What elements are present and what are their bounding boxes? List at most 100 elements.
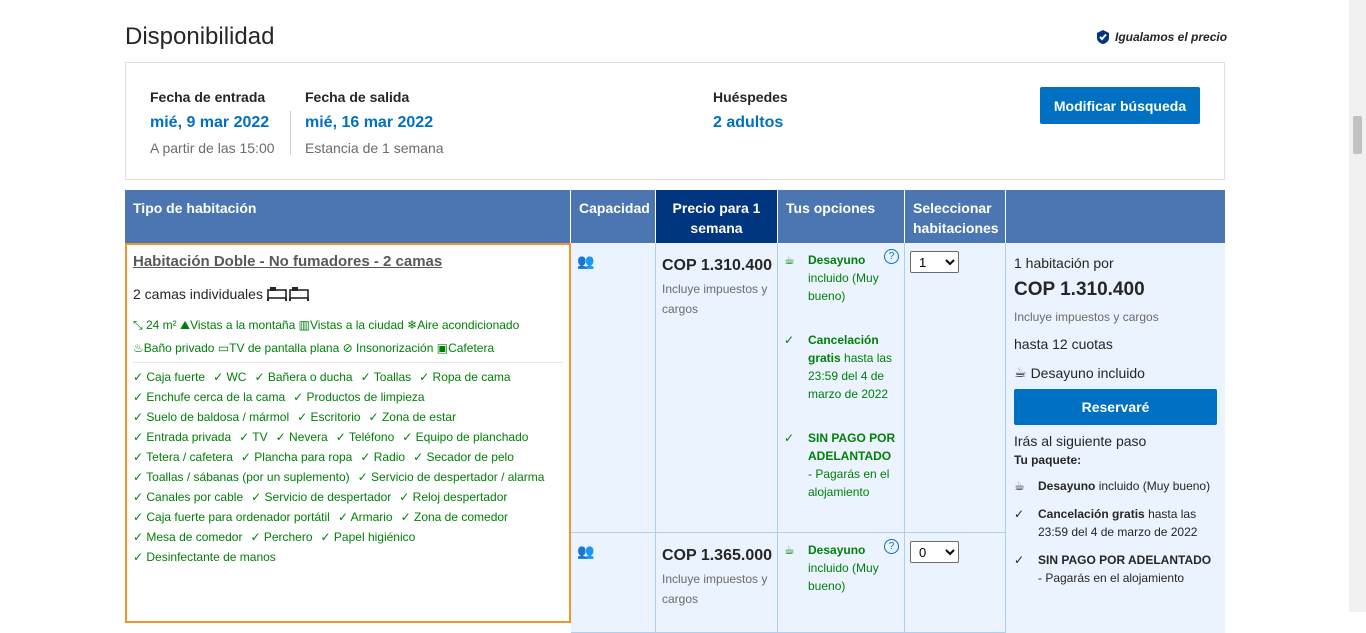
stay-length: Estancia de 1 semana xyxy=(305,140,444,156)
amenities-row: ✓ Canales por cable ✓ Servicio de despert… xyxy=(133,490,508,504)
amenities-row: ✓ Caja fuerte ✓ WC ✓ Bañera o ducha ✓ Toall… xyxy=(133,370,511,384)
room-quantity-select[interactable]: 1 xyxy=(910,251,959,273)
room-name-link[interactable]: Habitación Doble - No fumadores - 2 cama… xyxy=(133,253,563,270)
amenities-row: ✓ Caja fuerte para ordenador portátil ✓ A… xyxy=(133,510,509,524)
package-no-prepayment: ✓ SIN PAGO POR ADELANTADO - Pagarás en el … xyxy=(1014,553,1212,585)
single-bed-icon xyxy=(266,287,309,301)
facility-bathroom: Baño privado xyxy=(143,341,215,355)
no-prepayment-option: ✓ SIN PAGO POR ADELANTADO - Pagarás en el … xyxy=(784,431,896,499)
coffee-maker-icon: ▣ xyxy=(436,341,449,355)
checkout-date[interactable]: mié, 16 mar 2022 xyxy=(305,114,444,132)
header-price[interactable]: Precio para 1 semana xyxy=(656,190,777,251)
amenities-list: ✓ Caja fuerte ✓ WC ✓ Bañera o ducha ✓ Toall… xyxy=(133,367,563,567)
breakfast-option: ☕ Desayuno incluido (Muy bueno) xyxy=(784,253,879,303)
guests-block[interactable]: Huéspedes 2 adultos xyxy=(713,89,788,132)
facility-size: 24 m² xyxy=(145,318,177,332)
mountain-icon: ⛰ xyxy=(179,318,191,332)
check-icon: ✓ xyxy=(784,431,795,445)
price-match-label: Igualamos el precio xyxy=(1115,30,1228,44)
bath-icon: ♨ xyxy=(133,341,144,355)
amenities-row: ✓ Toallas / sábanas (por un suplemento) ✓… xyxy=(133,470,545,484)
availability-table: Tipo de habitación Capacidad Precio para… xyxy=(125,190,1225,633)
capacity-cell: 👥 xyxy=(571,533,656,633)
checkin-time: A partir de las 15:00 xyxy=(150,140,275,156)
reserve-panel: 1 habitación por COP 1.310.400 Incluye i… xyxy=(1006,243,1225,633)
price-cell: COP 1.365.000 Incluye impuestos y cargos xyxy=(656,533,778,633)
breakfast-included: ☕ Desayuno incluido xyxy=(1014,364,1145,381)
amenities-row: ✓ Desinfectante de manos xyxy=(133,550,276,564)
check-icon: ✓ xyxy=(784,333,795,347)
coffee-cup-icon: ☕ xyxy=(784,253,795,267)
help-icon[interactable]: ? xyxy=(884,539,899,554)
offer-tax-note: Incluye impuestos y cargos xyxy=(662,572,768,606)
header-reserve xyxy=(1006,190,1225,243)
page-title: Disponibilidad xyxy=(125,23,275,50)
guests-value[interactable]: 2 adultos xyxy=(713,114,788,132)
header-capacity: Capacidad xyxy=(571,190,655,243)
reserve-button[interactable]: Reservaré xyxy=(1014,389,1217,425)
facilities-divider xyxy=(133,362,563,363)
facility-city-view: Vistas a la ciudad xyxy=(309,318,404,332)
city-icon: ▥ xyxy=(298,318,310,332)
installments-note: hasta 12 cuotas xyxy=(1014,336,1113,352)
help-icon[interactable]: ? xyxy=(884,249,899,264)
guests-label: Huéspedes xyxy=(713,89,788,105)
two-persons-icon: 👥 xyxy=(577,253,595,269)
soundproof-icon: ⊘ xyxy=(342,341,353,355)
checkin-block[interactable]: Fecha de entrada mié, 9 mar 2022 A parti… xyxy=(150,89,275,156)
two-persons-icon: 👥 xyxy=(577,543,595,559)
coffee-cup-icon: ☕ xyxy=(1014,364,1027,380)
total-price: COP 1.310.400 xyxy=(1014,279,1145,300)
offer-price: COP 1.365.000 xyxy=(662,547,773,564)
search-summary: Fecha de entrada mié, 9 mar 2022 A parti… xyxy=(125,62,1225,180)
tv-icon: ▭ xyxy=(217,341,230,355)
facility-mountain-view: Vistas a la montaña xyxy=(190,318,296,332)
verified-check-icon xyxy=(1097,30,1109,44)
select-cell: 1 xyxy=(905,243,1006,533)
coffee-cup-icon: ☕ xyxy=(784,543,795,557)
facilities-row-1: ⤡ 24 m² ⛰Vistas a la montaña ▥Vistas a l… xyxy=(133,314,563,337)
package-cancellation: ✓ Cancelación gratis hasta las 23:59 del … xyxy=(1014,507,1198,539)
offer-price: COP 1.310.400 xyxy=(662,257,773,274)
facilities-list: ⤡ 24 m² ⛰Vistas a la montaña ▥Vistas a l… xyxy=(133,314,563,360)
check-icon: ✓ xyxy=(1014,553,1025,567)
page-scrollbar[interactable] xyxy=(1349,0,1366,612)
amenities-row: ✓ Tetera / cafetera ✓ Plancha para ropa ✓ … xyxy=(133,450,514,464)
package-breakfast: ☕ Desayuno incluido (Muy bueno) xyxy=(1014,479,1211,493)
date-divider xyxy=(290,111,291,155)
total-tax-note: Incluye impuestos y cargos xyxy=(1014,310,1159,324)
facilities-row-2: ♨Baño privado ▭TV de pantalla plana ⊘ In… xyxy=(133,337,563,360)
amenities-row: ✓ Entrada privada ✓ TV ✓ Nevera ✓ Teléfono ✓… xyxy=(133,430,529,444)
amenities-row: ✓ Enchufe cerca de la cama ✓ Productos de… xyxy=(133,390,425,404)
checkout-block[interactable]: Fecha de salida mié, 16 mar 2022 Estanci… xyxy=(305,89,444,156)
price-cell: COP 1.310.400 Incluye impuestos y cargos xyxy=(656,243,778,533)
room-size-icon: ⤡ xyxy=(133,318,143,332)
offer-tax-note: Incluye impuestos y cargos xyxy=(662,282,768,316)
scrollbar-thumb[interactable] xyxy=(1353,116,1362,154)
rooms-for-label: 1 habitación por xyxy=(1014,255,1114,271)
facility-soundproof: Insonorización xyxy=(356,341,434,355)
facility-coffee: Cafetera xyxy=(448,341,495,355)
header-room-type: Tipo de habitación xyxy=(125,190,570,243)
cancellation-option: ✓ Cancelación gratis hasta las 23:59 del … xyxy=(784,333,893,401)
breakfast-option: ☕ Desayuno incluido (Muy bueno) xyxy=(784,543,879,593)
snowflake-icon: ❄ xyxy=(407,318,418,332)
header-options: Tus opciones xyxy=(778,190,904,243)
modify-search-button[interactable]: Modificar búsqueda xyxy=(1040,87,1200,124)
options-cell: ☕ Desayuno incluido (Muy bueno) ? xyxy=(778,533,905,633)
room-description: Habitación Doble - No fumadores - 2 cama… xyxy=(125,243,571,623)
check-icon: ✓ xyxy=(1014,507,1025,521)
options-cell: ☕ Desayuno incluido (Muy bueno) ? ✓ Cancel… xyxy=(778,243,905,533)
checkin-date[interactable]: mié, 9 mar 2022 xyxy=(150,114,275,132)
checkout-label: Fecha de salida xyxy=(305,89,410,105)
checkin-label: Fecha de entrada xyxy=(150,89,266,105)
facility-tv: TV de pantalla plana xyxy=(229,341,340,355)
next-step-note: Irás al siguiente paso xyxy=(1014,433,1147,449)
room-quantity-select[interactable]: 0 xyxy=(910,541,959,563)
bed-info: 2 camas individuales xyxy=(133,286,563,302)
price-match-badge[interactable]: Igualamos el precio xyxy=(1095,29,1227,45)
capacity-cell: 👥 xyxy=(571,243,656,533)
amenities-row: ✓ Suelo de baldosa / mármol ✓ Escritorio ✓… xyxy=(133,410,456,424)
coffee-cup-icon: ☕ xyxy=(1014,479,1025,493)
facility-ac: Aire acondicionado xyxy=(417,318,520,332)
